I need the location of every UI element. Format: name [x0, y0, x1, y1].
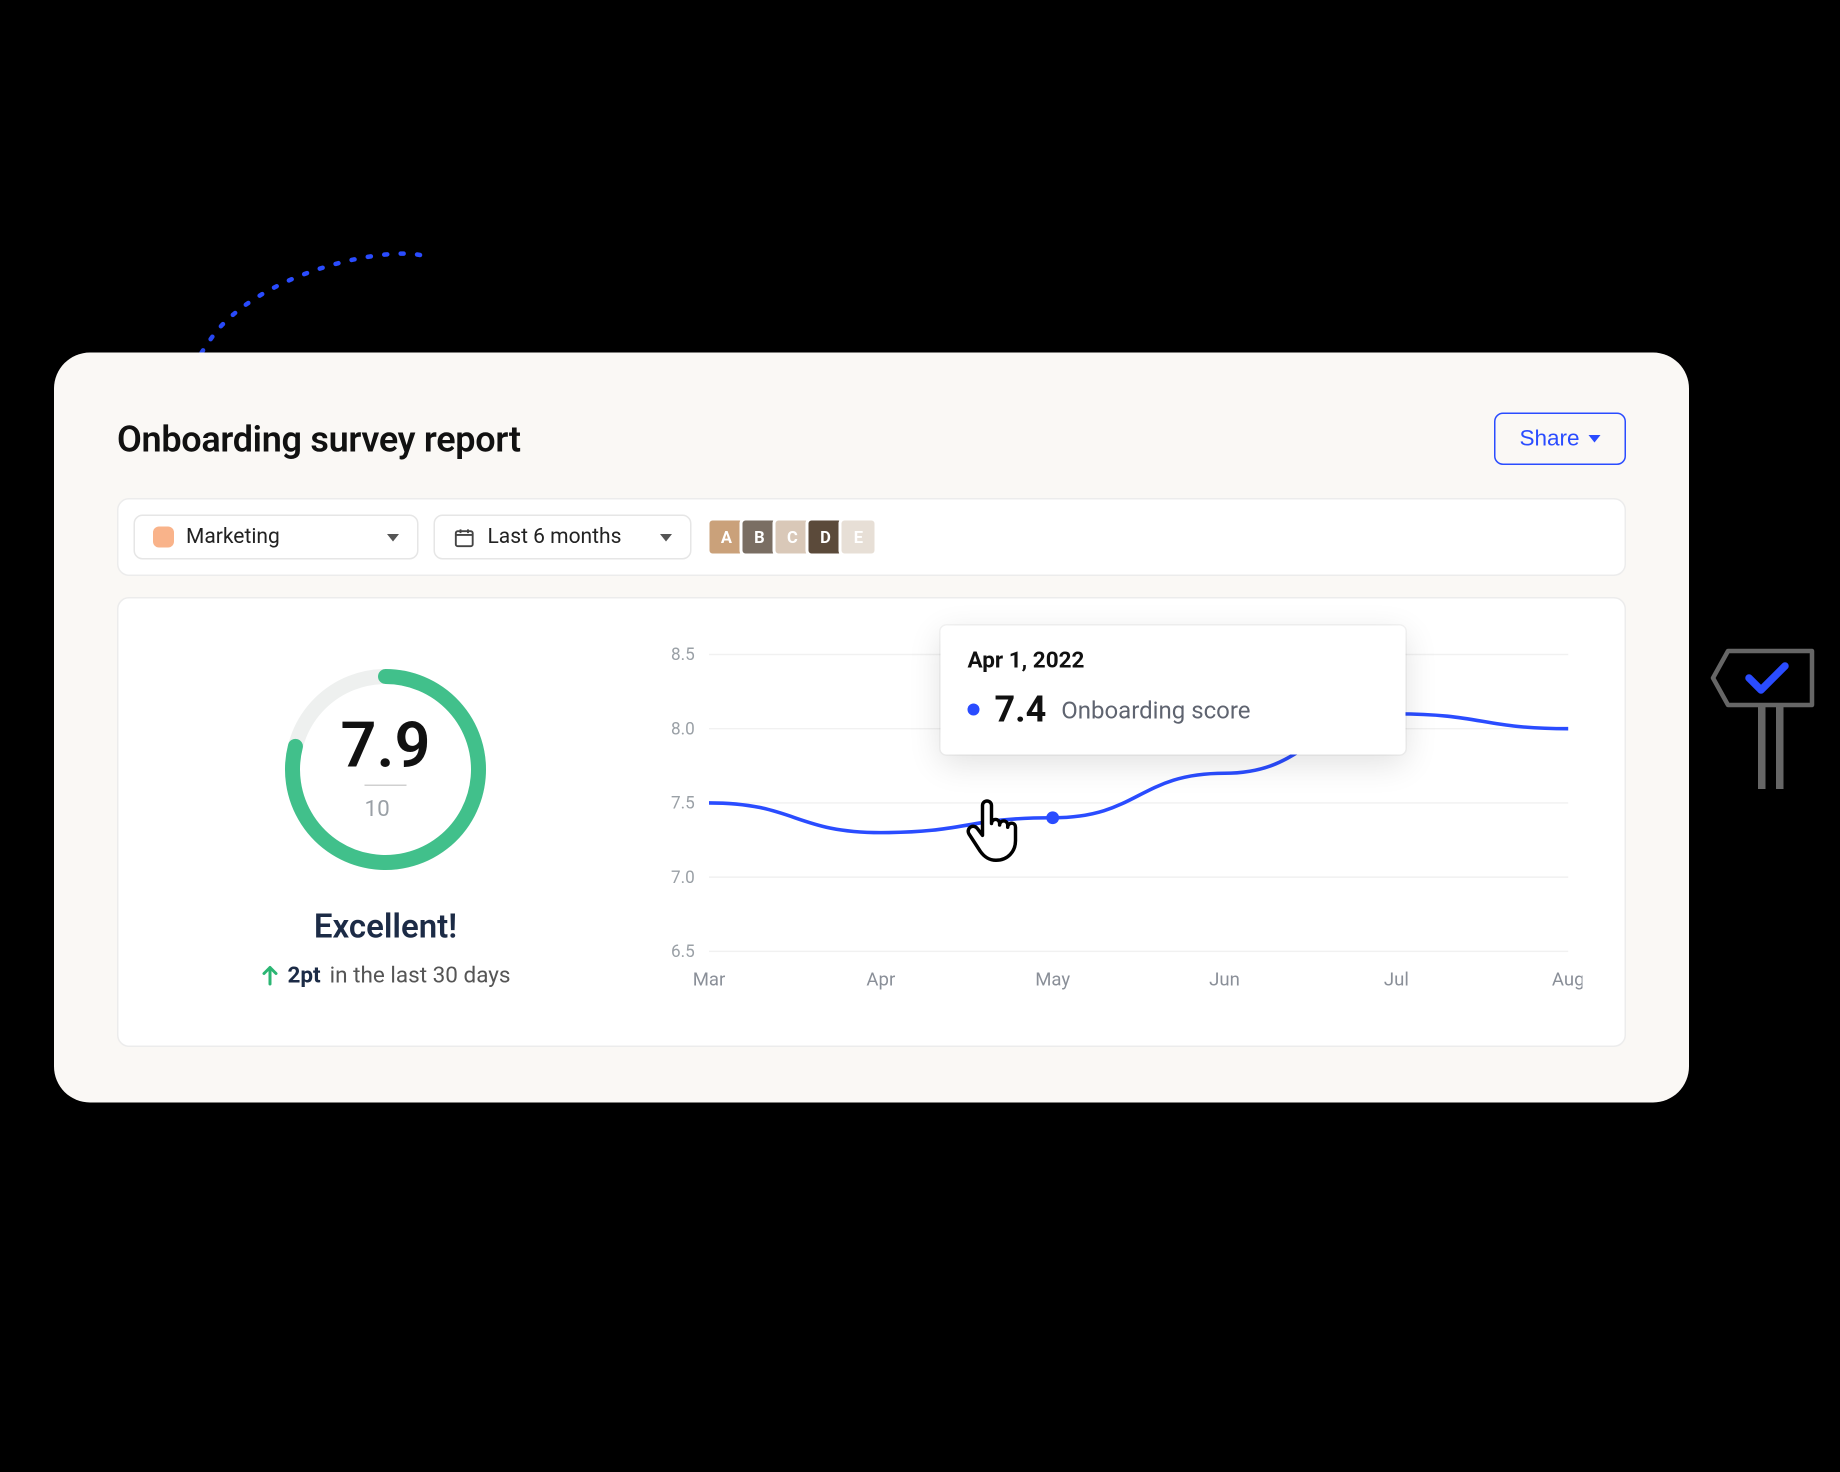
svg-text:Aug: Aug	[1552, 969, 1583, 991]
signpost-check-icon	[1707, 642, 1827, 807]
caret-down-icon	[660, 533, 672, 541]
card-header: Onboarding survey report Share	[117, 413, 1626, 466]
gauge-score-value: 7.9	[341, 716, 431, 779]
score-gauge: 7.9 10	[273, 656, 498, 881]
svg-text:7.5: 7.5	[671, 794, 695, 814]
delta-row: 2pt in the last 30 days	[260, 961, 510, 988]
pointer-hand-icon	[960, 794, 1029, 869]
tooltip-value: 7.4	[995, 689, 1047, 731]
gauge-section: 7.9 10 Excellent! 2pt in the last 30 day…	[161, 635, 611, 1010]
caret-down-icon	[1589, 435, 1601, 443]
svg-text:Jul: Jul	[1384, 969, 1409, 991]
avatar: E	[839, 518, 878, 557]
svg-text:Mar: Mar	[693, 969, 726, 991]
delta-caption: in the last 30 days	[330, 961, 511, 988]
delta-value: 2pt	[287, 961, 320, 988]
svg-text:8.5: 8.5	[671, 645, 695, 665]
svg-text:May: May	[1035, 969, 1070, 991]
period-dropdown[interactable]: Last 6 months	[434, 515, 692, 560]
share-button-label: Share	[1519, 426, 1579, 452]
svg-text:7.0: 7.0	[671, 868, 695, 888]
svg-text:8.0: 8.0	[671, 719, 695, 739]
svg-text:Apr: Apr	[866, 969, 896, 991]
share-button[interactable]: Share	[1494, 413, 1626, 466]
page-title: Onboarding survey report	[117, 418, 521, 460]
line-chart[interactable]: 6.5 7.0 7.5 8.0 8.5 Mar Apr May Jun Jul Aug Apr 1,…	[641, 635, 1583, 1010]
segment-dropdown[interactable]: Marketing	[134, 515, 419, 560]
series-dot-icon	[968, 704, 980, 716]
metrics-panel: 7.9 10 Excellent! 2pt in the last 30 day…	[117, 597, 1626, 1047]
gauge-max-value: 10	[365, 785, 407, 823]
avatar-stack[interactable]: ABCDE	[707, 518, 878, 557]
chart-tooltip: Apr 1, 2022 7.4 Onboarding score	[941, 626, 1406, 755]
report-card: Onboarding survey report Share Marketing…	[54, 353, 1689, 1103]
svg-text:6.5: 6.5	[671, 942, 695, 962]
period-label: Last 6 months	[488, 525, 622, 549]
svg-text:Jun: Jun	[1209, 969, 1240, 991]
calendar-icon	[453, 526, 476, 549]
segment-swatch	[153, 527, 174, 548]
segment-label: Marketing	[186, 525, 280, 549]
caret-down-icon	[387, 533, 399, 541]
gauge-rating: Excellent!	[314, 908, 457, 946]
tooltip-series-label: Onboarding score	[1061, 695, 1250, 724]
tooltip-date: Apr 1, 2022	[968, 647, 1379, 674]
filter-bar: Marketing Last 6 months ABCDE	[117, 498, 1626, 576]
arrow-up-icon	[260, 964, 278, 985]
